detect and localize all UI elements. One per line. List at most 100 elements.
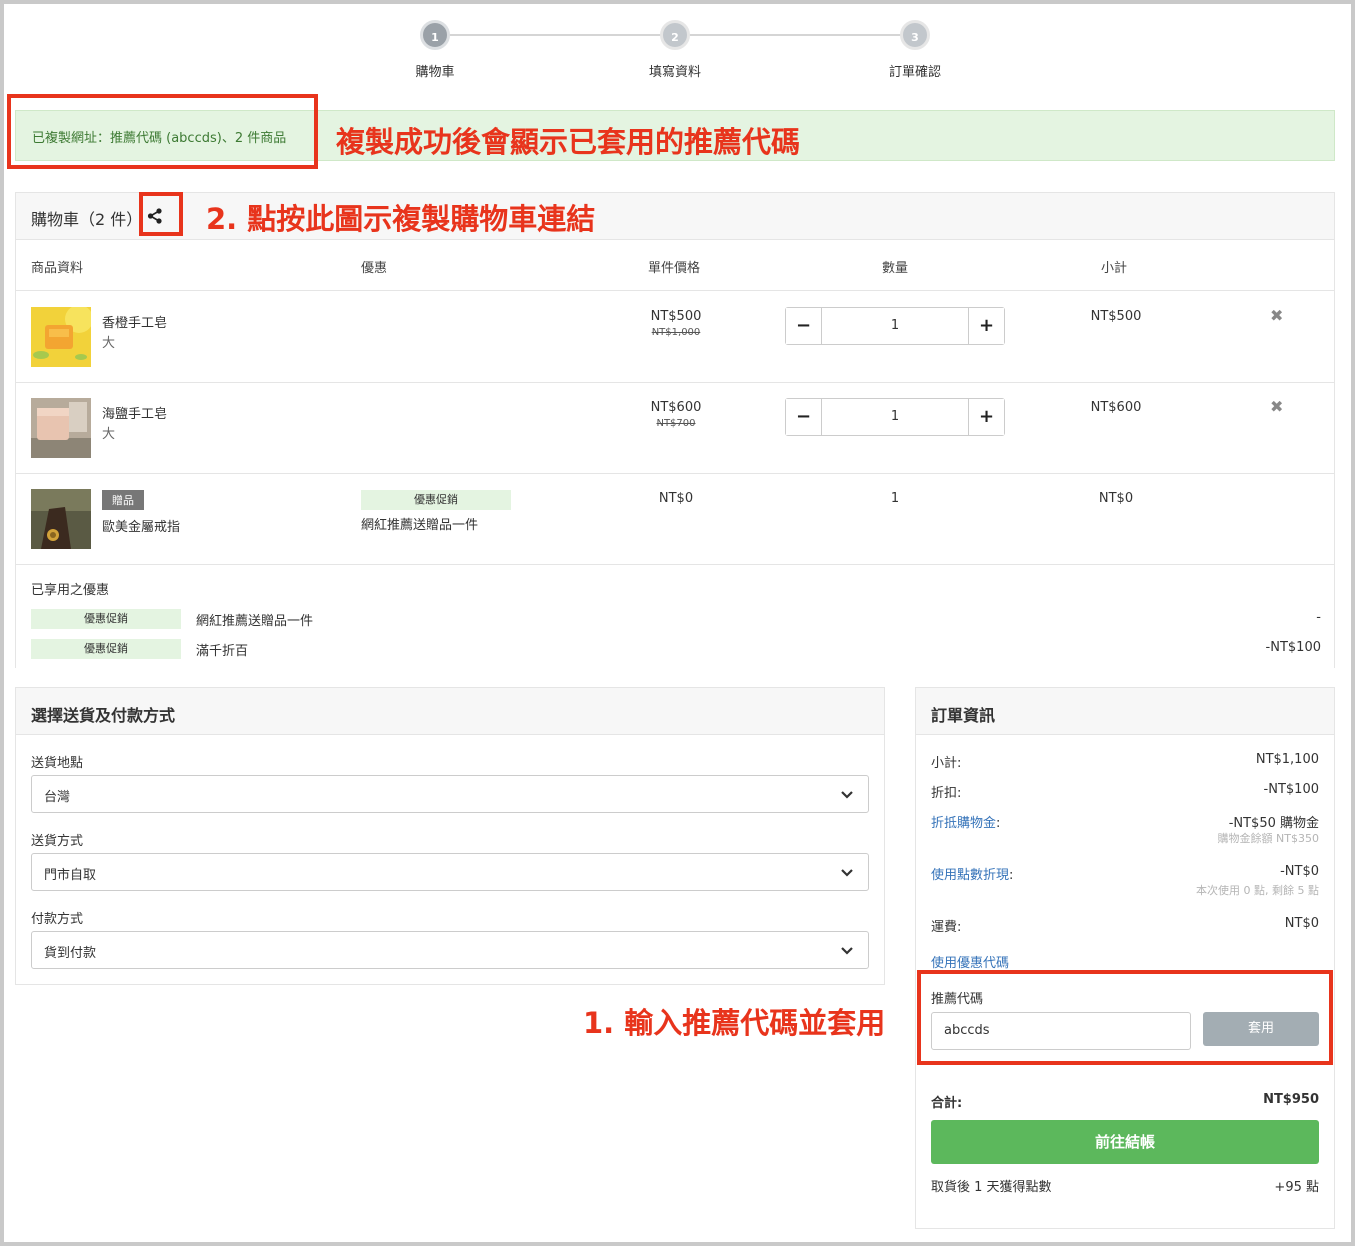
- shipping-header: 選擇送貨及付款方式: [16, 688, 884, 735]
- ship-method-select[interactable]: 門市自取: [31, 853, 869, 891]
- order-title: 訂單資訊: [931, 706, 996, 725]
- total-label: 合計:: [931, 1096, 963, 1111]
- annotation-copy-success: 複製成功後會顯示已套用的推薦代碼: [336, 125, 801, 159]
- discount-value: -NT$100: [1263, 782, 1319, 797]
- item-subtotal: NT$600: [1090, 400, 1142, 415]
- step-label: 訂單確認: [888, 65, 941, 80]
- price-original: NT$700: [656, 418, 696, 429]
- promo-value: -NT$100: [1265, 640, 1321, 655]
- product-variant: 大: [102, 336, 116, 351]
- applied-promos-title: 已享用之優惠: [31, 583, 110, 598]
- product-name[interactable]: 香橙手工皂: [102, 312, 167, 331]
- points-earn-value: +95 點: [1274, 1180, 1319, 1195]
- qty-decrease-button[interactable]: −: [786, 399, 822, 435]
- chevron-down-icon: [841, 791, 853, 799]
- select-value: 貨到付款: [44, 946, 97, 961]
- cart-title: 購物車（2 件）: [31, 210, 143, 229]
- promo-name: 滿千折百: [196, 644, 249, 659]
- order-header: 訂單資訊: [916, 688, 1334, 735]
- price-current: NT$500: [650, 309, 702, 324]
- total-value: NT$950: [1263, 1092, 1319, 1107]
- product-image[interactable]: [31, 489, 91, 549]
- cart-item-row: 香橙手工皂 大 NT$500 NT$1,000 − 1 + NT$500 ✖: [16, 292, 1334, 383]
- qty-increase-button[interactable]: +: [968, 399, 1004, 435]
- product-image[interactable]: [31, 307, 91, 367]
- promo-name: 網紅推薦送贈品一件: [196, 614, 314, 629]
- step-number: 2: [660, 20, 690, 50]
- qty-value: 1: [890, 491, 900, 506]
- cart-item-row: 海鹽手工皂 大 NT$600 NT$700 − 1 + NT$600 ✖: [16, 383, 1334, 474]
- applied-promo-row: 優惠促銷 網紅推薦送贈品一件 -: [31, 609, 1321, 629]
- gift-badge: 贈品: [102, 490, 144, 510]
- step-number: 1: [420, 20, 450, 50]
- ship-method-label: 送貨方式: [31, 834, 84, 849]
- order-summary-panel: 訂單資訊 小計: NT$1,100 折扣: -NT$100 折抵購物金: -NT…: [915, 687, 1335, 1229]
- promo-badge: 優惠促銷: [361, 490, 511, 510]
- credit-link[interactable]: 折抵購物金: [931, 816, 996, 831]
- remove-icon[interactable]: ✖: [1270, 397, 1283, 416]
- qty-value[interactable]: 1: [822, 318, 968, 333]
- points-colon: :: [1009, 868, 1014, 883]
- item-subtotal: NT$0: [1098, 491, 1134, 506]
- checkout-button[interactable]: 前往結帳: [931, 1120, 1319, 1164]
- unit-price: NT$500 NT$1,000: [626, 309, 726, 338]
- price-original: NT$1,000: [651, 327, 701, 338]
- select-value: 台灣: [44, 790, 71, 805]
- points-link[interactable]: 使用點數折現: [931, 868, 1009, 883]
- price-current: NT$600: [650, 400, 702, 415]
- col-promo: 優惠: [361, 261, 388, 276]
- payment-method-label: 付款方式: [31, 912, 84, 927]
- quantity-stepper: − 1 +: [785, 307, 1005, 345]
- ship-destination-select[interactable]: 台灣: [31, 775, 869, 813]
- step-info: 2 填寫資料: [615, 20, 735, 80]
- shipping-title: 選擇送貨及付款方式: [31, 706, 176, 725]
- cart-column-headers: 商品資料 優惠 單件價格 數量 小計: [16, 241, 1334, 291]
- qty-decrease-button[interactable]: −: [786, 308, 822, 344]
- checkout-steps: 1 購物車 2 填寫資料 3 訂單確認: [375, 20, 975, 80]
- annotation-box-share: [139, 192, 183, 236]
- step-confirm: 3 訂單確認: [855, 20, 975, 80]
- points-earn-label: 取貨後 1 天獲得點數: [931, 1180, 1052, 1195]
- payment-method-select[interactable]: 貨到付款: [31, 931, 869, 969]
- shipping-fee-value: NT$0: [1284, 916, 1319, 931]
- step-number: 3: [900, 20, 930, 50]
- coupon-link[interactable]: 使用優惠代碼: [931, 952, 1009, 971]
- credit-colon: :: [996, 816, 1001, 831]
- col-unit-price: 單件價格: [648, 261, 701, 276]
- points-remaining: 本次使用 0 點, 剩餘 5 點: [1196, 884, 1319, 897]
- chevron-down-icon: [841, 947, 853, 955]
- promo-name: 網紅推薦送贈品一件: [361, 518, 479, 533]
- credit-balance: 購物金餘額 NT$350: [1217, 832, 1319, 845]
- col-subtotal: 小計: [1101, 261, 1128, 276]
- qty-increase-button[interactable]: +: [968, 308, 1004, 344]
- quantity-stepper: − 1 +: [785, 398, 1005, 436]
- unit-price: NT$0: [658, 491, 694, 506]
- product-name[interactable]: 歐美金屬戒指: [102, 516, 180, 535]
- step-label: 購物車: [415, 65, 455, 80]
- subtotal-label: 小計:: [931, 756, 962, 771]
- ship-destination-label: 送貨地點: [31, 756, 84, 771]
- shipping-fee-label: 運費:: [931, 920, 962, 935]
- col-product: 商品資料: [31, 261, 84, 276]
- remove-icon[interactable]: ✖: [1270, 306, 1283, 325]
- step-cart: 1 購物車: [375, 20, 495, 80]
- promo-badge: 優惠促銷: [31, 639, 181, 659]
- shipping-payment-panel: 選擇送貨及付款方式 送貨地點 台灣 送貨方式 門市自取 付款方式 貨到付款: [15, 687, 885, 985]
- credit-value: -NT$50 購物金: [1228, 816, 1319, 831]
- promo-badge: 優惠促銷: [31, 609, 181, 629]
- annotation-box-success: [7, 94, 318, 169]
- unit-price: NT$600 NT$700: [626, 400, 726, 429]
- annotation-input-hint: 1. 輸入推薦代碼並套用: [583, 1006, 886, 1040]
- step-label: 填寫資料: [648, 65, 701, 80]
- annotation-share-hint: 2. 點按此圖示複製購物車連結: [206, 202, 596, 236]
- col-qty: 數量: [882, 261, 909, 276]
- product-name[interactable]: 海鹽手工皂: [102, 403, 167, 422]
- qty-value[interactable]: 1: [822, 409, 968, 424]
- points-value: -NT$0: [1280, 864, 1319, 879]
- select-value: 門市自取: [44, 868, 97, 883]
- cart-panel: 購物車（2 件） 商品資料 優惠 單件價格 數量 小計 香橙手工皂 大 NT$5…: [15, 192, 1335, 668]
- applied-promo-row: 優惠促銷 滿千折百 -NT$100: [31, 639, 1321, 659]
- product-image[interactable]: [31, 398, 91, 458]
- promo-value: -: [1316, 610, 1321, 625]
- annotation-box-referral: [917, 970, 1333, 1065]
